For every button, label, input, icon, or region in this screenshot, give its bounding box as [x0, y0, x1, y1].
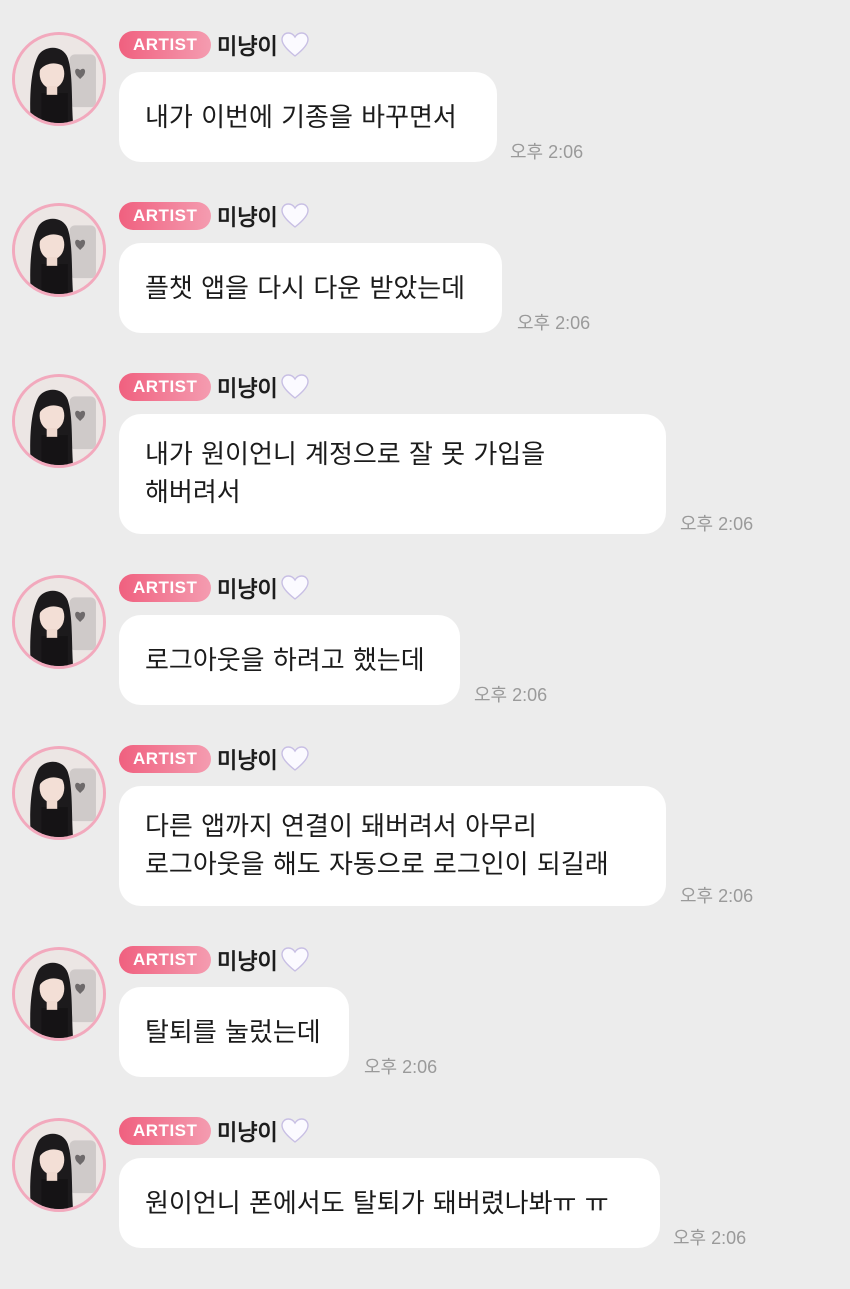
sender-name-row: 미냥이	[217, 573, 310, 603]
message-item: ARTIST 미냥이 내가 이번에 기종을 바꾸면서 오후 2:06	[0, 30, 850, 202]
avatar[interactable]	[12, 947, 106, 1041]
avatar[interactable]	[12, 374, 106, 468]
heart-icon	[280, 745, 310, 773]
message-bubble[interactable]: 로그아웃을 하려고 했는데	[119, 615, 460, 705]
white-heart-icon	[281, 575, 309, 600]
message-item: ARTIST 미냥이 로그아웃을 하려고 했는데 오후 2:06	[0, 573, 850, 745]
message-bubble[interactable]: 원이언니 폰에서도 탈퇴가 돼버렸나봐ㅠ ㅠ	[119, 1158, 660, 1248]
message-timestamp: 오후 2:06	[474, 685, 548, 705]
sender-name-row: 미냥이	[217, 30, 310, 60]
heart-icon	[280, 202, 310, 230]
message-timestamp: 오후 2:06	[673, 1228, 747, 1248]
heart-icon	[280, 373, 310, 401]
message-timestamp: 오후 2:06	[680, 514, 754, 534]
artist-avatar	[15, 206, 103, 294]
sender-name-row: 미냥이	[217, 1116, 310, 1146]
heart-icon	[280, 574, 310, 602]
artist-badge: ARTIST	[119, 1117, 212, 1145]
artist-avatar	[15, 578, 103, 666]
sender-name-row: 미냥이	[217, 201, 310, 231]
sender-name: 미냥이	[217, 377, 278, 402]
white-heart-icon	[281, 32, 309, 57]
artist-badge: ARTIST	[119, 31, 212, 59]
message-timestamp: 오후 2:06	[680, 886, 754, 906]
artist-avatar	[15, 749, 103, 837]
message-item: ARTIST 미냥이 플챗 앱을 다시 다운 받았는데 오후 2:06	[0, 201, 850, 373]
message-timestamp: 오후 2:06	[364, 1057, 438, 1077]
sender-name-row: 미냥이	[217, 372, 310, 402]
artist-avatar	[15, 1121, 103, 1209]
sender-name-row: 미냥이	[217, 945, 310, 975]
message-bubble[interactable]: 내가 이번에 기종을 바꾸면서	[119, 72, 497, 162]
message-item: ARTIST 미냥이 다른 앱까지 연결이 돼버려서 아무리 로그아웃을 해도 …	[0, 744, 850, 916]
sender-name: 미냥이	[217, 35, 278, 60]
white-heart-icon	[281, 1118, 309, 1143]
artist-badge: ARTIST	[119, 574, 212, 602]
message-bubble[interactable]: 내가 원이언니 계정으로 잘 못 가입을 해버려서	[119, 414, 666, 534]
sender-name: 미냥이	[217, 1121, 278, 1146]
artist-avatar	[15, 377, 103, 465]
message-bubble[interactable]: 탈퇴를 눌렀는데	[119, 987, 349, 1077]
sender-name: 미냥이	[217, 950, 278, 975]
message-timestamp: 오후 2:06	[510, 142, 584, 162]
avatar[interactable]	[12, 575, 106, 669]
artist-badge: ARTIST	[119, 745, 212, 773]
sender-name: 미냥이	[217, 578, 278, 603]
sender-name-row: 미냥이	[217, 744, 310, 774]
sender-name: 미냥이	[217, 749, 278, 774]
artist-badge: ARTIST	[119, 373, 212, 401]
avatar[interactable]	[12, 746, 106, 840]
artist-badge: ARTIST	[119, 946, 212, 974]
message-bubble[interactable]: 다른 앱까지 연결이 돼버려서 아무리 로그아웃을 해도 자동으로 로그인이 되…	[119, 786, 666, 906]
white-heart-icon	[281, 203, 309, 228]
avatar[interactable]	[12, 203, 106, 297]
artist-badge: ARTIST	[119, 202, 212, 230]
artist-avatar	[15, 35, 103, 123]
message-item: ARTIST 미냥이 원이언니 폰에서도 탈퇴가 돼버렸나봐ㅠ ㅠ 오후 2:0…	[0, 1116, 850, 1288]
heart-icon	[280, 1117, 310, 1145]
artist-avatar	[15, 950, 103, 1038]
message-item: ARTIST 미냥이 탈퇴를 눌렀는데 오후 2:06	[0, 945, 850, 1117]
sender-name: 미냥이	[217, 206, 278, 231]
message-item: ARTIST 미냥이 내가 원이언니 계정으로 잘 못 가입을 해버려서 오후 …	[0, 372, 850, 544]
avatar[interactable]	[12, 1118, 106, 1212]
heart-icon	[280, 31, 310, 59]
white-heart-icon	[281, 947, 309, 972]
heart-icon	[280, 946, 310, 974]
message-bubble[interactable]: 플챗 앱을 다시 다운 받았는데	[119, 243, 502, 333]
white-heart-icon	[281, 374, 309, 399]
avatar[interactable]	[12, 32, 106, 126]
white-heart-icon	[281, 746, 309, 771]
message-timestamp: 오후 2:06	[517, 313, 591, 333]
